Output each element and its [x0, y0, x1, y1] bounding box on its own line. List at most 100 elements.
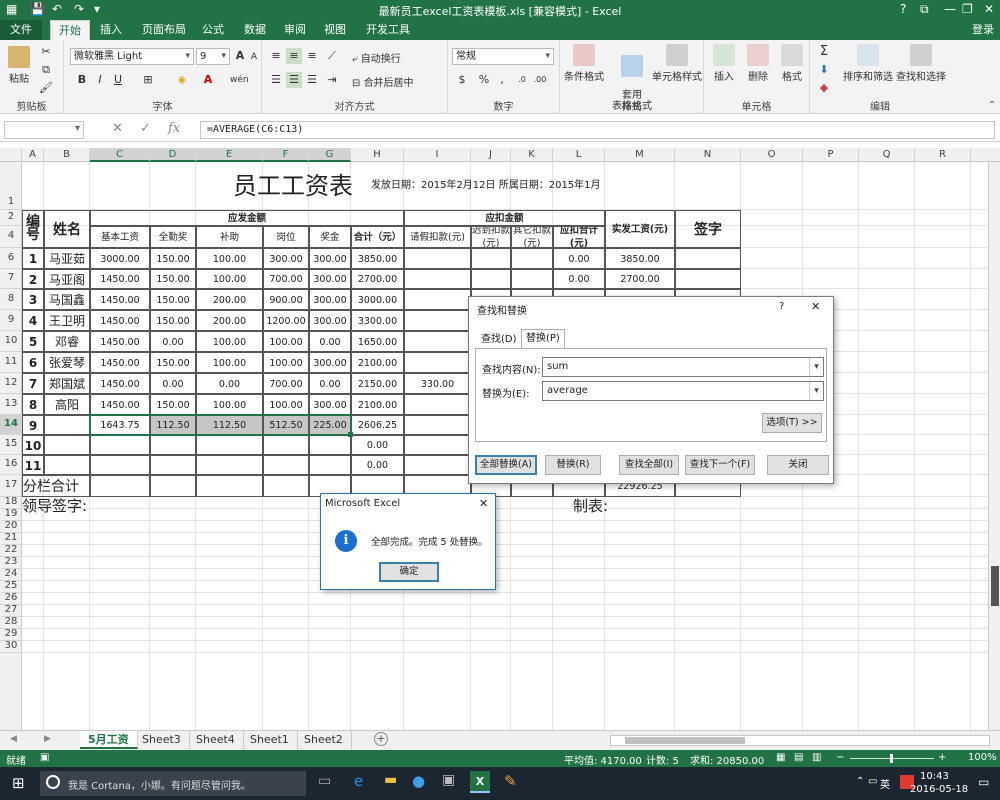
cell-base[interactable]: 3000.00	[90, 248, 150, 269]
store-icon[interactable]: ▣	[442, 772, 455, 788]
replace-dropdown-icon[interactable]: ▾	[809, 382, 823, 400]
cell-no[interactable]: 11	[22, 455, 44, 475]
column-header-f[interactable]: F	[263, 148, 309, 162]
cell-no[interactable]: 8	[22, 394, 44, 415]
cell-total[interactable]: 2150.00	[351, 373, 404, 394]
tab-page-layout[interactable]: 页面布局	[134, 20, 194, 40]
cell-leave[interactable]	[404, 248, 471, 269]
header-deduct-total[interactable]: 应扣合计(元)	[553, 226, 605, 248]
login-link[interactable]: 登录	[972, 20, 994, 40]
row-header-4[interactable]: 4	[0, 226, 22, 248]
clock-date[interactable]: 2016-05-18	[910, 784, 968, 795]
cell-subsidy[interactable]: 100.00	[196, 394, 263, 415]
cell-styles-button[interactable]: 单元格样式	[652, 44, 702, 83]
align-bottom-icon[interactable]: ≡	[304, 48, 320, 64]
close-button[interactable]: 关闭	[767, 455, 829, 475]
cell-total[interactable]: 3000.00	[351, 289, 404, 310]
cell-subsidy[interactable]	[196, 435, 263, 455]
orientation-icon[interactable]: ⟋	[324, 48, 340, 64]
column-header-p[interactable]: P	[803, 148, 859, 162]
cell-base[interactable]: 1450.00	[90, 331, 150, 352]
column-header-r[interactable]: R	[915, 148, 971, 162]
close-icon[interactable]: ✕	[984, 2, 994, 16]
cell-bonus[interactable]: 300.00	[309, 394, 351, 415]
explorer-icon[interactable]: ▬	[384, 772, 397, 788]
scrollbar-thumb[interactable]	[625, 737, 745, 744]
cell-sign[interactable]	[675, 269, 741, 289]
cell-subsidy[interactable]: 100.00	[196, 248, 263, 269]
cell-deduct-total[interactable]: 0.00	[553, 248, 605, 269]
cell-attendance[interactable]: 0.00	[150, 331, 196, 352]
windows-start-icon[interactable]: ⊞	[12, 774, 25, 792]
row-header-12[interactable]: 12	[0, 373, 22, 394]
decrease-decimal-icon[interactable]: .00	[532, 72, 548, 88]
ribbon-display-icon[interactable]: ⧉	[920, 2, 929, 17]
autosum-icon[interactable]: Σ	[816, 44, 832, 60]
cell-total[interactable]: 0.00	[351, 435, 404, 455]
cell-name[interactable]: 邓睿	[44, 331, 90, 352]
merge-center-button[interactable]: ⊟ 合并后居中	[352, 74, 444, 89]
sheet-tab-may[interactable]: 5月工资	[80, 731, 138, 749]
cell-attendance[interactable]: 150.00	[150, 310, 196, 331]
font-color-icon[interactable]: A	[200, 72, 216, 88]
sort-filter-button[interactable]: 排序和筛选	[840, 44, 896, 83]
vertical-scrollbar[interactable]	[988, 162, 1000, 730]
font-size-select[interactable]: 9	[196, 48, 230, 65]
replace-input[interactable]: average ▾	[542, 381, 824, 401]
column-header-m[interactable]: M	[605, 148, 675, 162]
cell-attendance[interactable]: 150.00	[150, 289, 196, 310]
cell-base[interactable]: 1450.00	[90, 394, 150, 415]
help-icon[interactable]: ?	[900, 2, 906, 16]
browser-icon[interactable]: ●	[412, 772, 425, 790]
enter-icon[interactable]: ✓	[140, 121, 151, 136]
cell-leave[interactable]	[404, 435, 471, 455]
cell-total[interactable]: 1650.00	[351, 331, 404, 352]
tab-data[interactable]: 数据	[236, 20, 274, 40]
cell-name[interactable]: 马亚阁	[44, 269, 90, 289]
fill-color-icon[interactable]: ◈	[174, 72, 190, 88]
cell-attendance[interactable]: 150.00	[150, 248, 196, 269]
column-header-c[interactable]: C	[90, 148, 150, 162]
cell-leave[interactable]	[404, 352, 471, 373]
cell-total[interactable]: 3850.00	[351, 248, 404, 269]
message-box-close-icon[interactable]: ✕	[479, 497, 488, 510]
header-net[interactable]: 实发工资(元)	[605, 210, 675, 248]
cell-leave[interactable]	[404, 289, 471, 310]
cell-subsidy[interactable]	[196, 455, 263, 475]
column-header-n[interactable]: N	[675, 148, 741, 162]
cell-late[interactable]	[471, 269, 511, 289]
italic-icon[interactable]: I	[92, 72, 108, 88]
align-top-icon[interactable]: ≡	[268, 48, 284, 64]
border-icon[interactable]: ⊞	[140, 72, 156, 88]
cell-no[interactable]: 2	[22, 269, 44, 289]
issue-date-info[interactable]: 发放日期：2015年2月12日 所属日期：2015年1月	[371, 162, 642, 210]
indent-icon[interactable]: ⇥	[324, 72, 340, 88]
cell-deduct-total[interactable]: 0.00	[553, 269, 605, 289]
excel-taskbar-icon[interactable]: X	[470, 771, 490, 793]
minimize-icon[interactable]: —	[944, 2, 956, 16]
row-header-10[interactable]: 10	[0, 331, 22, 352]
cell-base[interactable]: 1450.00	[90, 310, 150, 331]
cell-other[interactable]	[511, 269, 553, 289]
column-header-l[interactable]: L	[553, 148, 605, 162]
align-middle-icon[interactable]: ≡	[286, 48, 302, 64]
format-painter-icon[interactable]: 🖌	[38, 80, 54, 96]
header-attendance[interactable]: 全勤奖	[150, 226, 196, 248]
row-header-1[interactable]: 1	[0, 162, 22, 210]
vertical-scrollbar-thumb[interactable]	[991, 566, 999, 606]
header-leave[interactable]: 请假扣款(元)	[404, 226, 471, 248]
cell-sign[interactable]	[675, 248, 741, 269]
currency-icon[interactable]: $	[454, 72, 470, 88]
cell-post[interactable]	[263, 455, 309, 475]
column-header-d[interactable]: D	[150, 148, 196, 162]
delete-cells-button[interactable]: 删除	[742, 44, 774, 83]
cell-no[interactable]: 7	[22, 373, 44, 394]
collapse-ribbon-icon[interactable]: ⌃	[988, 100, 996, 111]
conditional-format-button[interactable]: 条件格式	[562, 44, 606, 83]
cell-base[interactable]	[90, 435, 150, 455]
cell-post[interactable]: 100.00	[263, 352, 309, 373]
sheet-tab-sheet1[interactable]: Sheet1	[242, 731, 298, 749]
find-input[interactable]: sum ▾	[542, 357, 824, 377]
column-header-o[interactable]: O	[741, 148, 803, 162]
cortana-search[interactable]: 我是 Cortana，小娜。有问题尽管问我。	[40, 771, 306, 796]
